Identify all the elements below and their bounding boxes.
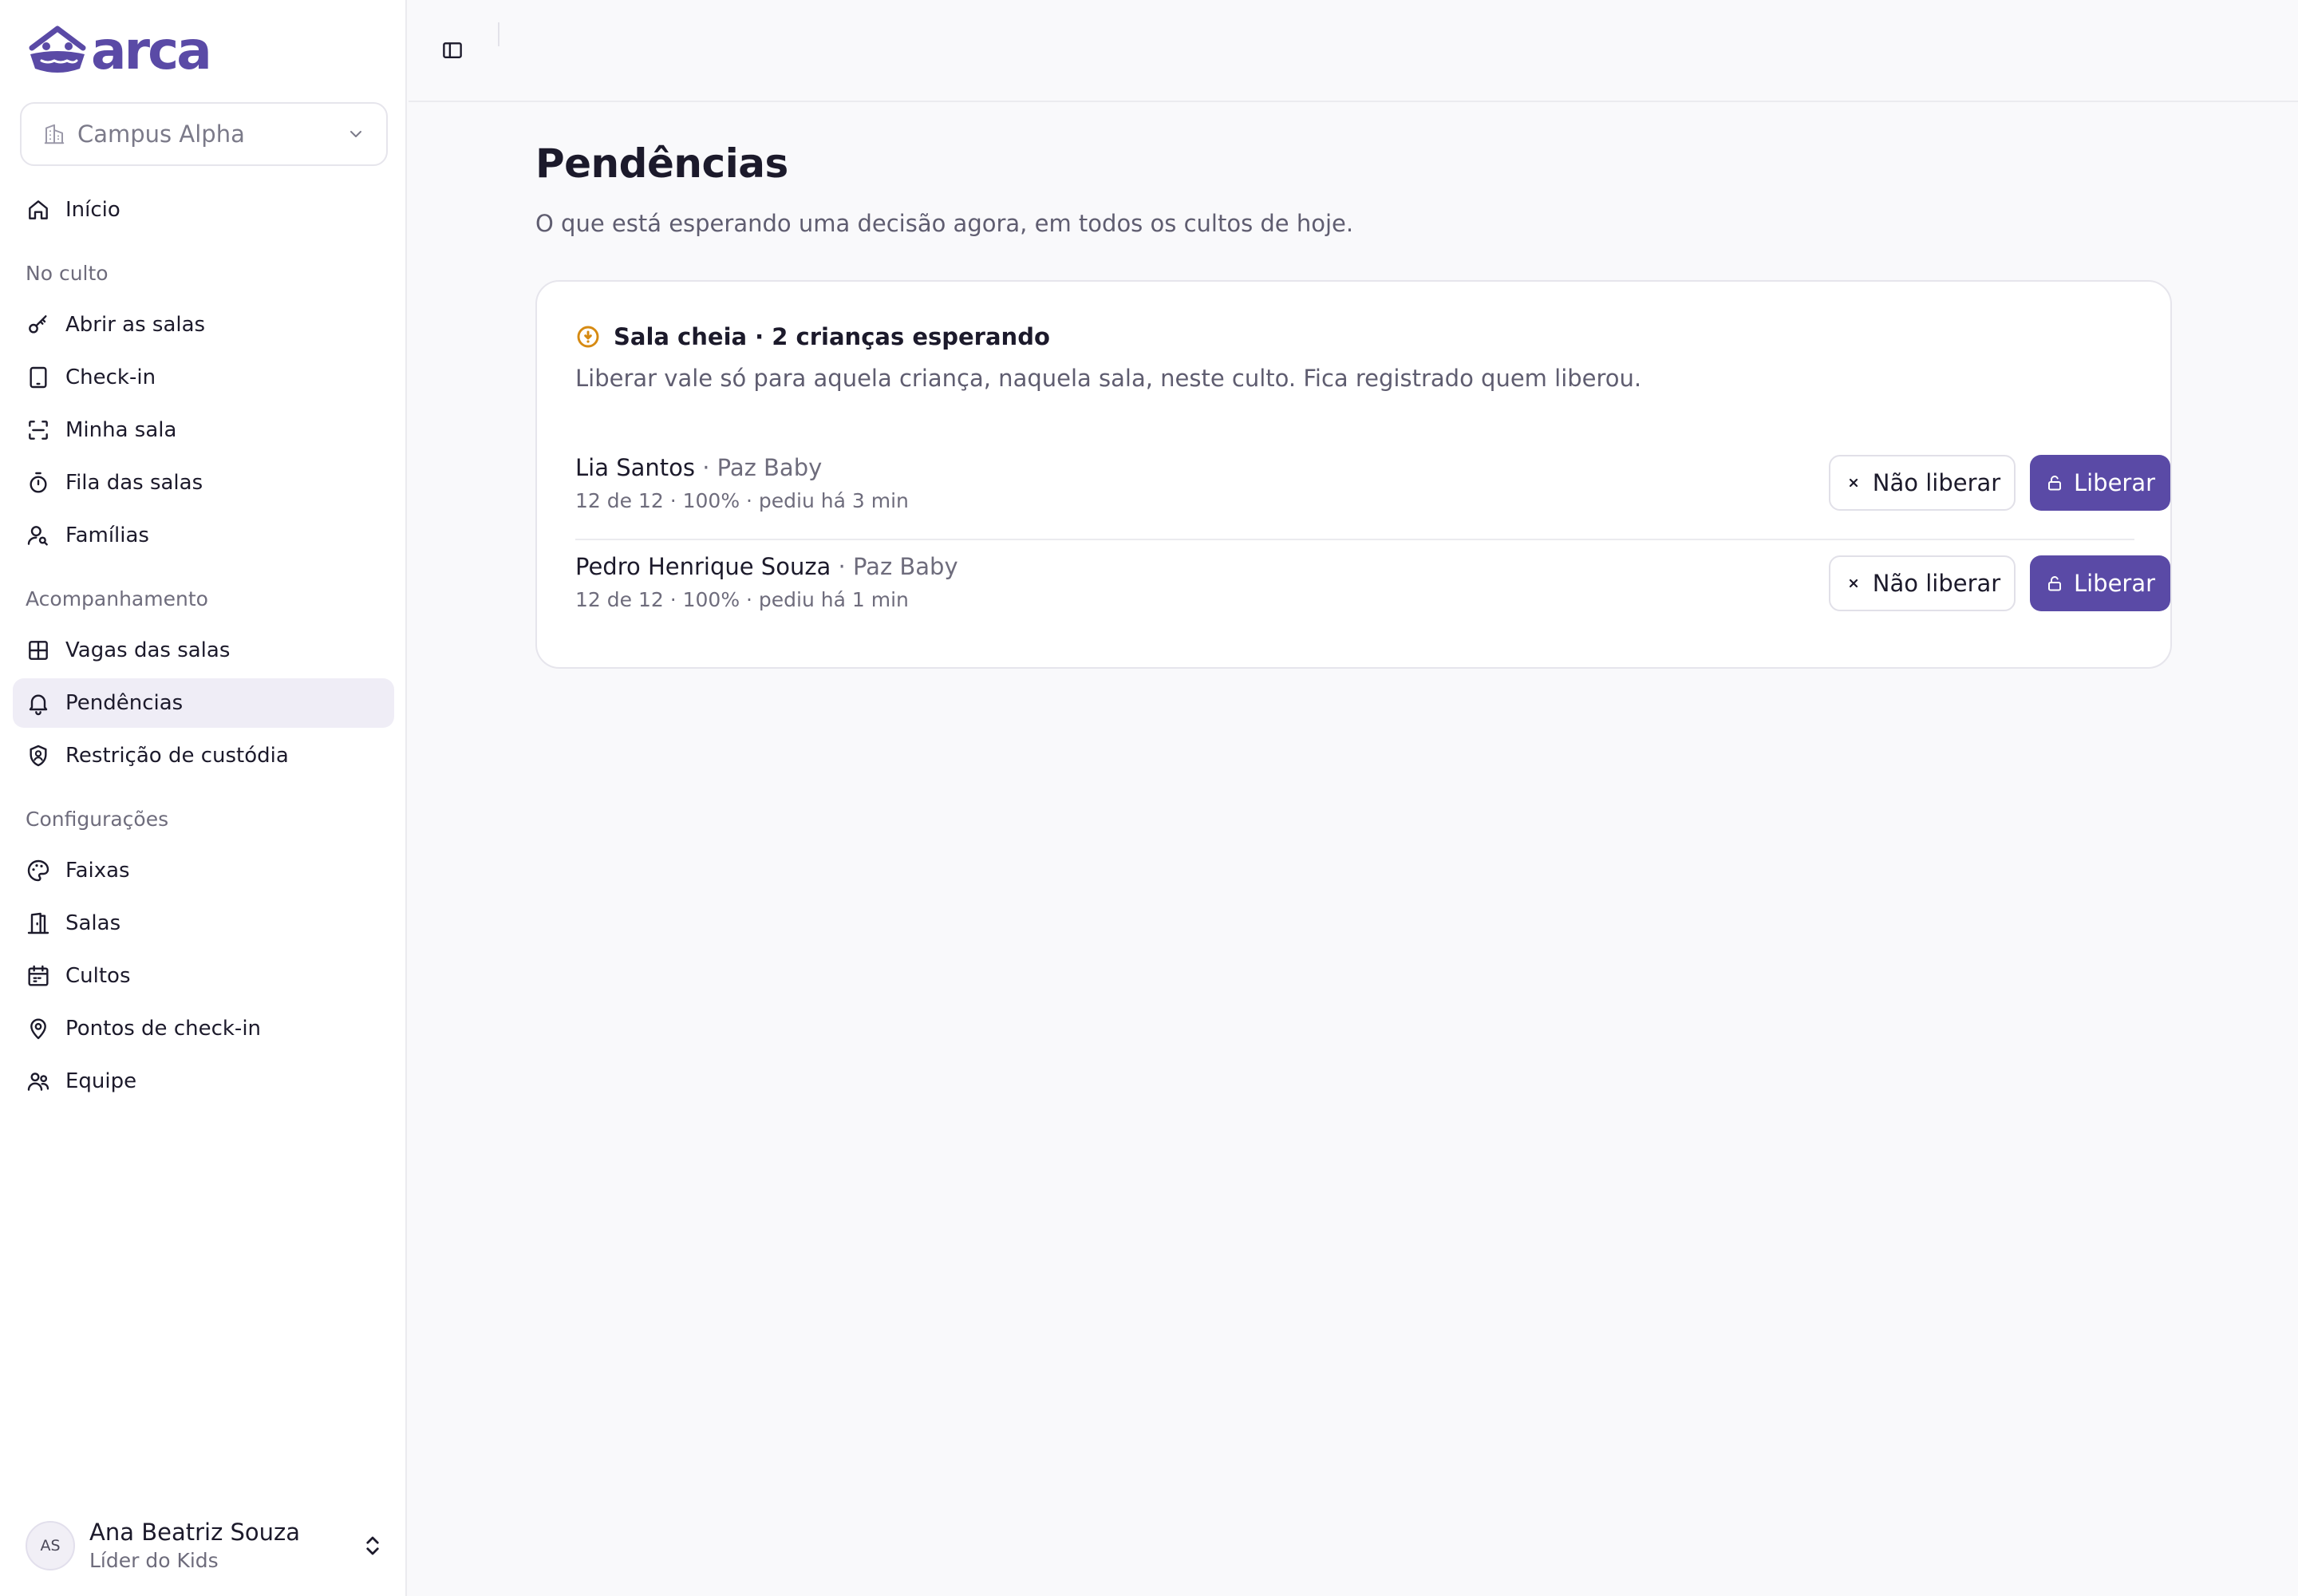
child-name: Lia Santos <box>575 454 695 481</box>
team-icon <box>27 1073 49 1091</box>
nav-item-label: Abrir as salas <box>65 313 206 337</box>
request-row: Lia Santos · Paz Baby 12 de 12 · 100% · … <box>575 441 2170 539</box>
warning-circle-icon <box>577 326 599 348</box>
deny-button-label: Não liberar <box>1872 570 2001 597</box>
user-menu[interactable]: AS Ana Beatriz Souza Líder do Kids <box>26 1516 385 1575</box>
home-icon <box>29 200 48 219</box>
grid-icon <box>29 641 48 660</box>
palette-icon <box>27 859 49 882</box>
card-title: Sala cheia · 2 crianças esperando <box>614 323 1050 350</box>
topbar <box>409 0 2298 102</box>
nav-section-title: Acompanhamento <box>26 587 208 610</box>
sidebar-toggle-icon[interactable] <box>440 38 464 62</box>
page-subtitle: O que está esperando uma decisão agora, … <box>535 210 1354 237</box>
request-title: Pedro Henrique Souza · Paz Baby <box>575 553 958 580</box>
allow-button[interactable]: Liberar <box>2030 555 2170 611</box>
nav-item-equipe[interactable]: Equipe <box>13 1057 394 1106</box>
allow-button-label: Liberar <box>2073 469 2156 496</box>
nav-item-label: Famílias <box>65 523 149 547</box>
nav-item-label: Faixas <box>65 859 130 883</box>
scan-icon <box>29 421 48 440</box>
nav-item-label: Restrição de custódia <box>65 744 289 768</box>
nav-item-check-in[interactable]: Check-in <box>13 353 394 402</box>
close-icon <box>1849 478 1858 488</box>
bell-icon <box>29 694 48 716</box>
calendar-icon <box>28 965 49 986</box>
card-header: Sala cheia · 2 crianças esperando <box>575 323 1050 350</box>
pending-card: Sala cheia · 2 crianças esperando Libera… <box>535 280 2172 669</box>
nav-item-label: Check-in <box>65 365 156 389</box>
campus-label: Campus Alpha <box>77 120 245 148</box>
nav-item-label: Fila das salas <box>65 471 203 495</box>
door-icon <box>27 912 49 934</box>
user-info: Ana Beatriz Souza Líder do Kids <box>89 1517 361 1574</box>
chevrons-up-down-icon <box>366 1536 379 1555</box>
map-pin-icon <box>30 1018 46 1040</box>
nav-item-fila-das-salas[interactable]: Fila das salas <box>13 458 394 508</box>
room-name: · Paz Baby <box>694 454 823 481</box>
request-row: Pedro Henrique Souza · Paz Baby 12 de 12… <box>575 539 2170 636</box>
user-name: Ana Beatriz Souza <box>89 1519 301 1546</box>
sidebar: arca Campus Alpha Início No culto Abrir … <box>0 0 407 1596</box>
request-meta: 12 de 12 · 100% · pediu há 1 min <box>575 588 909 611</box>
deny-button[interactable]: Não liberar <box>1829 555 2016 611</box>
nav-item-label: Minha sala <box>65 418 177 442</box>
chevron-down-icon <box>350 131 361 137</box>
nav-item-inicio[interactable]: Início <box>13 185 394 235</box>
nav-item-label: Vagas das salas <box>65 638 231 662</box>
timer-icon <box>30 472 47 493</box>
nav-item-label: Pontos de check-in <box>65 1017 262 1041</box>
nav-item-faixas[interactable]: Faixas <box>13 846 394 895</box>
tablet-icon <box>30 366 47 389</box>
nav-item-cultos[interactable]: Cultos <box>13 951 394 1001</box>
deny-button[interactable]: Não liberar <box>1829 455 2016 511</box>
request-title: Lia Santos · Paz Baby <box>575 454 822 481</box>
nav-item-vagas-das-salas[interactable]: Vagas das salas <box>13 626 394 675</box>
unlock-icon <box>2047 576 2061 591</box>
allow-button[interactable]: Liberar <box>2030 455 2170 511</box>
nav-item-label: Salas <box>65 911 121 935</box>
user-search-icon <box>27 526 48 546</box>
allow-button-label: Liberar <box>2073 570 2156 597</box>
nav-section-title: Configurações <box>26 808 169 831</box>
unlock-icon <box>2047 476 2061 491</box>
building-icon <box>44 124 65 144</box>
nav-item-salas[interactable]: Salas <box>13 899 394 948</box>
campus-selector[interactable]: Campus Alpha <box>20 102 388 166</box>
nav-section-title: No culto <box>26 262 109 285</box>
nav-item-label: Cultos <box>65 964 131 988</box>
arca-logo[interactable]: arca <box>26 20 212 81</box>
card-description: Liberar vale só para aquela criança, naq… <box>575 365 1642 392</box>
nav-item-familias[interactable]: Famílias <box>13 511 394 560</box>
key-icon <box>29 315 47 334</box>
brand-name: arca <box>91 20 212 81</box>
close-icon <box>1849 579 1858 588</box>
request-meta: 12 de 12 · 100% · pediu há 3 min <box>575 489 909 512</box>
room-name: · Paz Baby <box>831 553 958 580</box>
nav-item-abrir-as-salas[interactable]: Abrir as salas <box>13 300 394 350</box>
topbar-divider <box>498 22 499 46</box>
child-name: Pedro Henrique Souza <box>575 553 831 580</box>
nav-item-pontos-de-check-in[interactable]: Pontos de check-in <box>13 1004 394 1053</box>
nav-item-label: Início <box>65 198 120 222</box>
user-role: Líder do Kids <box>89 1549 219 1572</box>
deny-button-label: Não liberar <box>1872 469 2001 496</box>
avatar: AS <box>26 1521 75 1570</box>
shield-user-icon <box>30 745 47 767</box>
nav-item-label: Equipe <box>65 1069 137 1093</box>
nav-item-minha-sala[interactable]: Minha sala <box>13 405 394 455</box>
ark-logo-icon <box>29 26 86 73</box>
nav-item-restricao-de-custodia[interactable]: Restrição de custódia <box>13 731 394 780</box>
page-title: Pendências <box>535 140 788 187</box>
nav-item-label: Pendências <box>65 691 184 715</box>
nav-item-pendencias[interactable]: Pendências <box>13 678 394 728</box>
